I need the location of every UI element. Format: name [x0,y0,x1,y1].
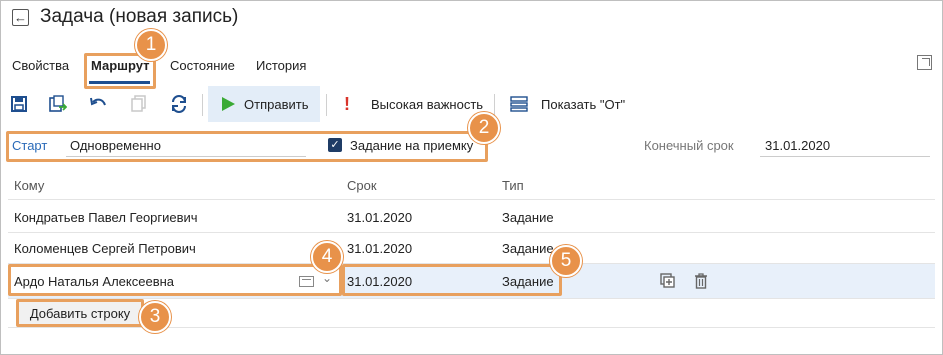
row-divider [8,298,935,299]
save-icon[interactable] [10,95,28,113]
callout-highlight-assignee [8,264,342,296]
tab-properties[interactable]: Свойства [12,58,69,73]
toolbar-divider [494,94,495,116]
row-divider [8,232,935,233]
delete-row-icon[interactable] [693,273,709,289]
tab-history[interactable]: История [256,58,306,73]
row-due[interactable]: 31.01.2020 [347,210,412,225]
high-importance-button[interactable]: Высокая важность [371,97,483,112]
list-icon [510,95,528,113]
tab-state[interactable]: Состояние [170,58,235,73]
callout-highlight-add-row [16,299,144,327]
show-from-button[interactable]: Показать "От" [541,97,625,112]
page-title: Задача (новая запись) [40,6,239,27]
refresh-icon[interactable] [170,95,188,113]
row-type[interactable]: Задание [502,210,554,225]
callout-badge-1: 1 [135,29,167,61]
deadline-label: Конечный срок [644,138,734,153]
row-to[interactable]: Коломенцев Сергей Петрович [14,241,196,256]
row-type[interactable]: Задание [502,241,554,256]
callout-badge-4: 4 [311,241,343,273]
undo-icon[interactable] [89,95,107,113]
duplicate-row-icon[interactable] [660,273,676,289]
callout-highlight-start-row [6,131,488,162]
header-divider [8,199,935,200]
toolbar-divider [326,94,327,116]
save-and-close-icon[interactable] [49,95,67,113]
callout-badge-2: 2 [468,112,500,144]
exclamation-icon: ! [344,93,350,114]
deadline-field[interactable]: 31.01.2020 [765,138,830,153]
send-label: Отправить [244,97,309,112]
callout-highlight-due-type [342,264,562,296]
callout-badge-3: 3 [139,301,171,333]
column-header-due: Срок [347,178,377,193]
copy-icon[interactable] [130,95,148,113]
deadline-field-underline [760,156,930,157]
column-header-type: Тип [502,178,524,193]
popout-icon[interactable] [917,55,932,70]
row-to[interactable]: Кондратьев Павел Георгиевич [14,210,198,225]
send-play-icon [219,95,237,113]
column-header-to: Кому [14,178,45,193]
row-due[interactable]: 31.01.2020 [347,241,412,256]
toolbar-divider [202,94,203,116]
callout-badge-5: 5 [550,245,582,277]
back-arrow-icon[interactable]: ← [12,9,29,26]
